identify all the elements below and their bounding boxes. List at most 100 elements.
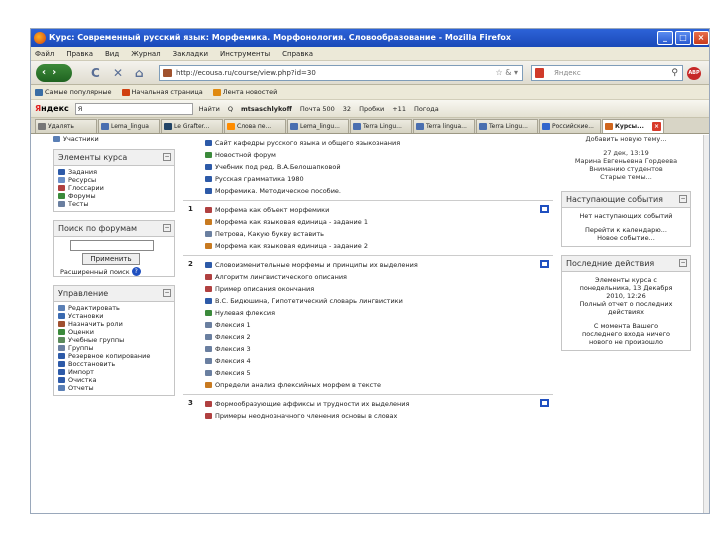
resource-link[interactable]: Петрова, Какую букву вставить — [205, 228, 553, 240]
reload-icon[interactable]: C — [91, 66, 100, 80]
resource-link[interactable]: Сайт кафедры русского языка и общего язы… — [205, 137, 553, 149]
menu-bookmarks[interactable]: Закладки — [173, 47, 208, 60]
maximize-button[interactable]: □ — [675, 31, 691, 45]
menu-history[interactable]: Журнал — [131, 47, 160, 60]
resource-link[interactable]: Флексия 3 — [205, 343, 553, 355]
resource-link[interactable]: Формообразующие аффиксы и трудности их в… — [205, 398, 553, 410]
resource-link[interactable]: Нулевая флексия — [205, 307, 553, 319]
bookmark-item[interactable]: Лента новостей — [212, 88, 277, 96]
back-forward-button[interactable]: ‹› — [36, 64, 72, 82]
browser-tab[interactable]: Le Grafter... — [161, 119, 223, 133]
course-element-item[interactable]: Ресурсы — [58, 176, 170, 184]
browser-tab[interactable]: Terra Lingu... — [350, 119, 412, 133]
admin-item[interactable]: Восстановить — [58, 360, 170, 368]
bookmark-item[interactable]: Начальная страница — [121, 88, 203, 96]
calendar-link[interactable]: Перейти к календарю... — [565, 226, 687, 234]
search-box[interactable]: Яндекс ⚲ — [531, 65, 683, 81]
topic-highlight-icon[interactable] — [540, 260, 549, 268]
new-event-link[interactable]: Новое событие... — [565, 234, 687, 242]
resource-link[interactable]: Морфема как языковая единица - задание 1 — [205, 216, 553, 228]
resource-link[interactable]: Новостной форум — [205, 149, 553, 161]
bookmark-star-icon[interactable]: ☆ & ▾ — [495, 66, 518, 80]
close-button[interactable]: × — [693, 31, 709, 45]
admin-item[interactable]: Редактировать — [58, 304, 170, 312]
admin-item[interactable]: Импорт — [58, 368, 170, 376]
collapse-icon[interactable]: − — [679, 195, 687, 203]
full-report-link[interactable]: Полный отчет о последних — [565, 300, 687, 308]
full-report-link-cont[interactable]: действиях — [565, 308, 687, 316]
collapse-icon[interactable]: − — [163, 224, 171, 232]
admin-item[interactable]: Назначить роли — [58, 320, 170, 328]
yandex-logo[interactable]: Яндекс — [35, 104, 69, 113]
apply-button[interactable]: Применить — [82, 253, 140, 265]
resource-link[interactable]: Морфема как языковая единица - задание 2 — [205, 240, 553, 252]
vertical-scrollbar[interactable] — [703, 135, 709, 513]
resource-link[interactable]: Морфема как объект морфемики — [205, 204, 553, 216]
help-icon[interactable]: ? — [131, 267, 141, 276]
collapse-icon[interactable]: − — [163, 153, 171, 161]
topic-highlight-icon[interactable] — [540, 399, 549, 407]
yandex-user[interactable]: mtsaschlykoff — [241, 105, 292, 113]
home-icon[interactable]: ⌂ — [135, 66, 144, 80]
address-bar[interactable]: http://ecousa.ru/course/view.php?id=30 ☆… — [159, 65, 523, 81]
resource-link[interactable]: В.С. Бидюшина, Гипотетический словарь ли… — [205, 295, 553, 307]
resource-link[interactable]: Примеры неоднозначного членения основы в… — [205, 410, 553, 422]
search-engine-icon[interactable] — [535, 68, 544, 78]
browser-tab[interactable]: Lema_lingua — [98, 119, 160, 133]
browser-tab[interactable]: Слова пе... — [224, 119, 286, 133]
yandex-counter[interactable]: 32 — [343, 105, 351, 113]
minimize-button[interactable]: _ — [657, 31, 673, 45]
browser-tab[interactable]: Terra lingua... — [413, 119, 475, 133]
menu-edit[interactable]: Правка — [66, 47, 93, 60]
admin-item[interactable]: Группы — [58, 344, 170, 352]
news-headline[interactable]: Вниманию студентов — [561, 165, 691, 173]
collapse-icon[interactable]: − — [679, 259, 687, 267]
adblock-icon[interactable]: ABP — [687, 67, 701, 80]
resource-link[interactable]: Словоизменительные морфемы и принципы их… — [205, 259, 553, 271]
browser-tab[interactable]: Удалять — [35, 119, 97, 133]
menu-file[interactable]: Файл — [35, 47, 54, 60]
browser-tab[interactable]: Terra Lingu... — [476, 119, 538, 133]
browser-tab[interactable]: Российские... — [539, 119, 601, 133]
add-topic-link[interactable]: Добавить новую тему... — [561, 135, 691, 143]
yandex-weather[interactable]: Погода — [414, 105, 439, 113]
topic-highlight-icon[interactable] — [540, 205, 549, 213]
tab-close-icon[interactable]: × — [652, 122, 661, 131]
admin-item[interactable]: Установки — [58, 312, 170, 320]
course-element-item[interactable]: Тесты — [58, 200, 170, 208]
participants-link[interactable]: Участники — [53, 135, 175, 143]
resource-link[interactable]: Русская грамматика 1980 — [205, 173, 553, 185]
resource-link[interactable]: Флексия 2 — [205, 331, 553, 343]
resource-link[interactable]: Определи анализ флексийных морфем в текс… — [205, 379, 553, 391]
older-topics-link[interactable]: Старые темы... — [561, 173, 691, 181]
yandex-search-input[interactable]: Я — [74, 102, 193, 115]
resource-link[interactable]: Морфемика. Методическое пособие. — [205, 185, 553, 197]
yandex-q-button[interactable]: Q — [228, 105, 233, 113]
bookmark-item[interactable]: Самые популярные — [35, 88, 112, 96]
search-icon[interactable]: ⚲ — [671, 66, 678, 80]
forum-search-input[interactable] — [70, 240, 154, 251]
yandex-find-button[interactable]: Найти — [199, 105, 220, 113]
course-element-item[interactable]: Глоссарии — [58, 184, 170, 192]
menu-help[interactable]: Справка — [282, 47, 313, 60]
resource-link[interactable]: Флексия 5 — [205, 367, 553, 379]
resource-link[interactable]: Алгоритм лингвистического описания — [205, 271, 553, 283]
resource-link[interactable]: Флексия 4 — [205, 355, 553, 367]
resource-link[interactable]: Учебник под ред. В.А.Белошапковой — [205, 161, 553, 173]
course-element-item[interactable]: Форумы — [58, 192, 170, 200]
browser-tab-active[interactable]: Курсы... × — [602, 119, 664, 133]
collapse-icon[interactable]: − — [163, 289, 171, 297]
course-element-item[interactable]: Задания — [58, 168, 170, 176]
resource-link[interactable]: Флексия 1 — [205, 319, 553, 331]
stop-icon[interactable]: ✕ — [113, 66, 123, 80]
yandex-mail[interactable]: Почта 500 — [300, 105, 335, 113]
menu-view[interactable]: Вид — [105, 47, 119, 60]
advanced-search-link[interactable]: Расширенный поиск ? — [54, 267, 174, 276]
admin-item[interactable]: Очистка — [58, 376, 170, 384]
resource-link[interactable]: Пример описания окончания — [205, 283, 553, 295]
yandex-traffic[interactable]: Пробки — [359, 105, 384, 113]
admin-item[interactable]: Учебные группы — [58, 336, 170, 344]
admin-item[interactable]: Резервное копирование — [58, 352, 170, 360]
admin-item[interactable]: Оценки — [58, 328, 170, 336]
yandex-weather-temp[interactable]: +11 — [392, 105, 406, 113]
